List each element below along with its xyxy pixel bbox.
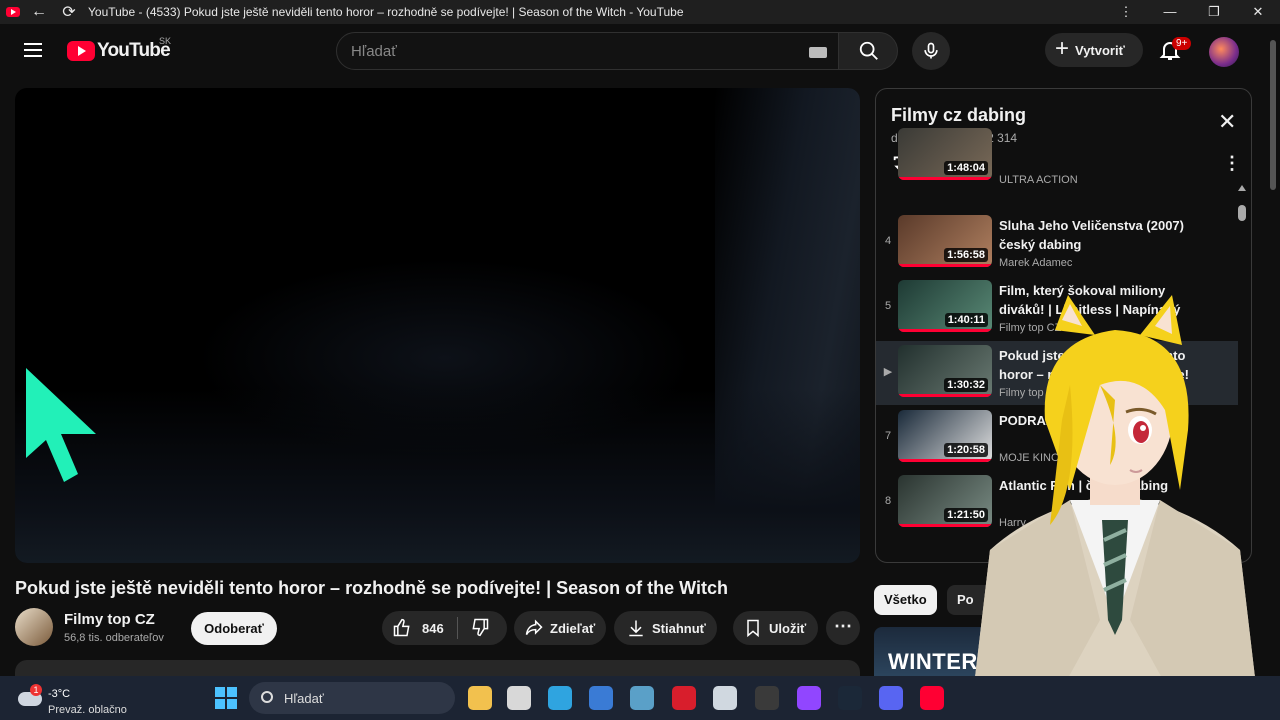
playlist-item-thumbnail[interactable]: 1:56:58 [898, 215, 992, 267]
playlist-item[interactable]: 4 1:56:58 Sluha Jeho Veličenstva (2007) če… [876, 211, 1238, 275]
window-controls: ⋮ — ❐ ✕ [1104, 0, 1280, 24]
playlist-item-channel: ULTRA ACTION [999, 174, 1078, 186]
like-button[interactable]: 846 [382, 617, 458, 639]
download-button[interactable]: Stiahnuť [614, 611, 717, 645]
playlist-item[interactable]: 1:48:04 ULTRA ACTION [876, 124, 1238, 188]
subscriber-count: 56,8 tis. odberateľov [64, 632, 164, 644]
search-icon [261, 691, 273, 703]
playlist-item-index: 8 [884, 495, 892, 507]
like-dislike-group: 846 [382, 611, 507, 645]
playlist-item-duration: 1:56:58 [944, 248, 988, 262]
close-window-icon[interactable]: ✕ [1236, 0, 1280, 24]
youtube-favicon-icon [6, 7, 20, 17]
playlist-item-title[interactable]: Sluha Jeho Veličenstva (2007) český dabi… [999, 216, 1194, 254]
share-label: Zdieľať [550, 620, 596, 636]
share-icon [525, 619, 543, 636]
thumbs-down-icon [472, 618, 489, 636]
reload-icon[interactable]: ⟳ [58, 2, 80, 22]
menu-icon[interactable] [24, 43, 42, 57]
download-icon [629, 620, 643, 637]
twitch-icon[interactable] [797, 686, 821, 710]
ms-store-icon[interactable] [589, 686, 613, 710]
like-count: 846 [422, 620, 444, 636]
playlist-item-channel: Marek Adamec [999, 257, 1073, 269]
page-scrollbar-thumb[interactable] [1270, 40, 1276, 190]
playlist-item-thumbnail[interactable]: 1:48:04 [898, 128, 992, 180]
video-player[interactable] [15, 88, 860, 563]
back-arrow-icon[interactable]: ← [28, 3, 50, 21]
windows-taskbar: 1 -3°C Prevaž. oblačno Hľadať [0, 676, 1280, 720]
weather-temperature: -3°C [48, 688, 71, 700]
playlist-item-index: ▶ [883, 366, 893, 378]
playlist-item-index: 7 [884, 430, 892, 442]
vtuber-avatar-image [970, 295, 1260, 720]
vegas-icon[interactable] [713, 686, 737, 710]
pointer-cursor-icon [26, 368, 96, 482]
youtube-logo[interactable]: YouTube SK [67, 36, 171, 62]
desktop-app-icon[interactable] [630, 686, 654, 710]
taskbar-search-placeholder: Hľadať [284, 691, 324, 706]
video-frame-floor [15, 388, 860, 563]
download-label: Stiahnuť [652, 620, 706, 636]
user-avatar[interactable] [1209, 37, 1239, 67]
bookmark-icon [747, 619, 759, 638]
start-windows-icon[interactable] [215, 687, 237, 709]
watch-progress-bar [898, 264, 992, 267]
youtube-play-icon [67, 41, 95, 61]
watch-progress-bar [898, 177, 992, 180]
edge-icon[interactable] [548, 686, 572, 710]
thumbs-up-icon [393, 618, 410, 637]
file-explorer-icon[interactable] [468, 686, 492, 710]
discord-icon[interactable] [879, 686, 903, 710]
task-view-icon[interactable] [507, 686, 531, 710]
scroll-up-arrow-icon[interactable] [1238, 185, 1246, 191]
share-button[interactable]: Zdieľať [514, 611, 606, 645]
create-label: Vytvoriť [1075, 42, 1125, 58]
search-input[interactable]: Hľadať [336, 32, 840, 70]
minimize-icon[interactable]: — [1148, 0, 1192, 24]
youtube-icon[interactable] [920, 686, 944, 710]
weather-condition: Prevaž. oblačno [48, 704, 127, 716]
browser-menu-icon[interactable]: ⋮ [1104, 0, 1148, 24]
country-code: SK [159, 36, 172, 46]
steam-icon[interactable] [838, 686, 862, 710]
search-button[interactable] [838, 32, 898, 70]
search-placeholder: Hľadať [351, 43, 397, 60]
taskbar-search-input[interactable]: Hľadať [249, 682, 455, 714]
scrollbar-thumb[interactable] [1238, 205, 1246, 221]
subscribe-button[interactable]: Odoberať [191, 612, 277, 645]
playlist-item-index: 5 [884, 300, 892, 312]
playlist-item-duration: 1:48:04 [944, 161, 988, 175]
playlist-item-index: 4 [884, 235, 892, 247]
weather-badge: 1 [30, 684, 42, 696]
save-button[interactable]: Uložiť [733, 611, 818, 645]
channel-avatar[interactable] [15, 608, 53, 646]
plus-icon: + [1055, 35, 1070, 62]
video-title: Pokud jste ještě neviděli tento horor – … [15, 578, 728, 598]
create-button[interactable]: + Vytvoriť [1045, 33, 1143, 67]
playlist-title[interactable]: Filmy cz dabing [891, 105, 1026, 126]
channel-name[interactable]: Filmy top CZ [64, 611, 155, 628]
amd-icon[interactable] [672, 686, 696, 710]
chip-all[interactable]: Všetko [874, 585, 937, 615]
more-actions-button[interactable]: ⋯ [826, 611, 860, 645]
keyboard-icon[interactable] [809, 47, 827, 58]
search-icon [859, 41, 878, 60]
browser-titlebar: ← ⟳ YouTube - (4533) Pokud jste ještě ne… [0, 0, 1280, 24]
obs-icon[interactable] [755, 686, 779, 710]
dislike-button[interactable] [458, 617, 490, 640]
save-label: Uložiť [769, 620, 807, 636]
notification-badge: 9+ [1172, 37, 1192, 50]
maximize-icon[interactable]: ❐ [1192, 0, 1236, 24]
voice-search-button[interactable] [912, 32, 950, 70]
youtube-header: YouTube SK Hľadať + Vytvoriť 9+ [0, 24, 1280, 76]
microphone-icon [924, 42, 938, 59]
window-title: YouTube - (4533) Pokud jste ještě nevidě… [88, 5, 684, 19]
